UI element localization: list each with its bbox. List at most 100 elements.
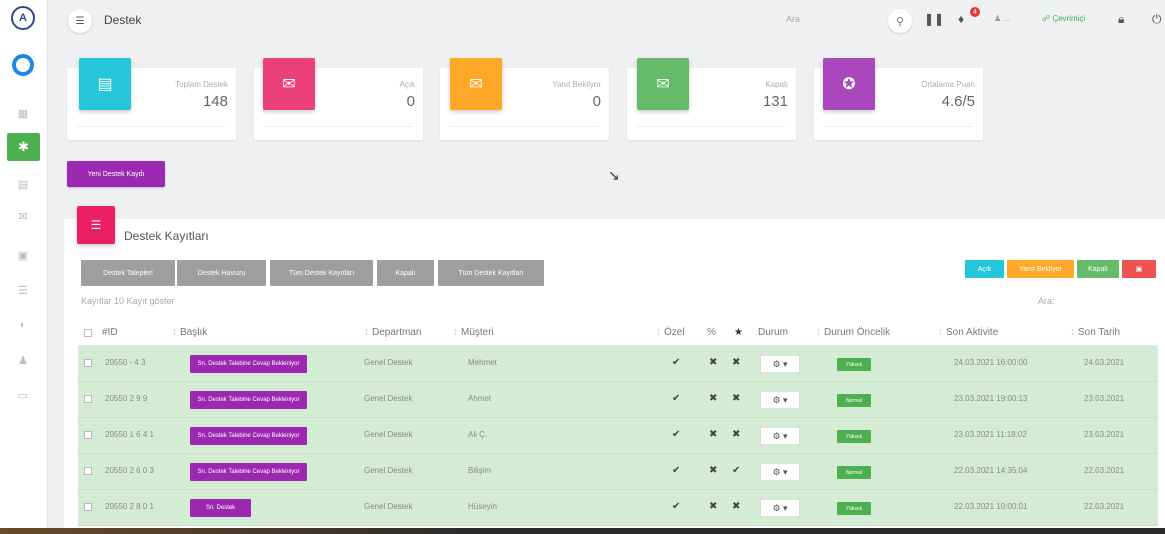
cell-last-activity: 23.03.2021 11:18:02	[954, 430, 1027, 439]
priority-badge: Yüksek	[837, 430, 871, 443]
tab-all-support[interactable]: Tüm Destek Kayıtları	[438, 260, 544, 286]
tab-support-pool[interactable]: Destek Havuzu	[177, 260, 266, 286]
check-icon: ✔	[732, 465, 741, 476]
gear-dropdown-button[interactable]: ⚙ ▾	[760, 391, 800, 409]
cell-customer: Mehmet	[468, 358, 497, 367]
gear-dropdown-button[interactable]: ⚙ ▾	[760, 463, 800, 481]
delete-button[interactable]: ▣	[1122, 260, 1156, 278]
table-search-input[interactable]: Ara:	[1038, 296, 1055, 306]
bell-icon[interactable]: ♦	[958, 12, 964, 26]
online-status[interactable]: ☍ Çevrimiçi	[1042, 14, 1085, 23]
cell-customer: Ahmet	[468, 394, 492, 403]
th-department[interactable]: ↕ Departman	[364, 327, 421, 338]
th-priority[interactable]: ↕ Durum Öncelik	[816, 327, 890, 338]
envelope-closed-icon: ✉	[637, 58, 689, 110]
pie-icon[interactable]: ◐	[14, 318, 32, 332]
lock-icon[interactable]: 🔒︎	[1118, 12, 1124, 27]
mail-icon[interactable]: ✉	[14, 209, 32, 223]
chat-icon[interactable]: ▤	[14, 177, 32, 191]
list-icon: ☰	[77, 206, 115, 244]
support-icon[interactable]: ✱	[7, 133, 40, 161]
th-customer[interactable]: ↕ Müşteri	[453, 327, 494, 338]
subject-badge[interactable]: Sn. Destek Talebine Cevap Bekleniyor	[190, 355, 307, 373]
filter-waiting-button[interactable]: Yanıt Bekliyor	[1007, 260, 1074, 278]
priority-badge: Normal	[837, 394, 871, 407]
table-row[interactable]: 20550 - 4 3 Sn. Destek Talebine Cevap Be…	[78, 346, 1158, 382]
tab-all-records[interactable]: Tüm Destek Kayıtları	[270, 260, 373, 286]
filter-closed-button[interactable]: Kapalı	[1077, 260, 1119, 278]
power-icon[interactable]: ⏻	[1152, 12, 1162, 27]
cell-id: 20550 1 6 4 1	[105, 430, 154, 439]
tab-support-requests[interactable]: Destek Talepleri	[81, 260, 175, 286]
tab-closed[interactable]: Kapalı	[377, 260, 434, 286]
records-per-page[interactable]: Kayıtlar 10 Kayıt göster	[81, 296, 175, 306]
gear-dropdown-button[interactable]: ⚙ ▾	[760, 499, 800, 517]
menu-toggle-button[interactable]: ☰	[68, 9, 92, 33]
row-checkbox[interactable]	[84, 395, 92, 403]
card-label: Kapalı	[765, 80, 788, 89]
search-icon[interactable]: ⚲	[888, 9, 912, 33]
table-header: #ID ↕ Başlık ↕ Departman ↕ Müşteri ↕ Özel % …	[78, 322, 1158, 346]
select-all-checkbox[interactable]	[84, 329, 92, 337]
row-checkbox[interactable]	[84, 467, 92, 475]
subject-badge[interactable]: Sn. Destek	[190, 499, 251, 517]
cell-last-activity: 23.03.2021 19:00:13	[954, 394, 1028, 403]
cell-last-activity: 22.03.2021 14:35:04	[954, 466, 1028, 475]
image-icon[interactable]: ▣	[14, 248, 32, 262]
stat-card-total: ▤ Toplam Destek 148	[67, 58, 236, 140]
app-frame: A ▦ ✱ ▤ ✉ ▣ ☰ ◐ ♟ ▭ ☰ Destek Ara ⚲ ❚❚ ♦ …	[0, 0, 1165, 528]
mouse-cursor-icon: ↘	[608, 167, 620, 183]
card-label: Ortalama Puan	[921, 80, 975, 89]
row-checkbox[interactable]	[84, 503, 92, 511]
stat-card-open: ✉ Açık 0	[254, 58, 423, 140]
check-icon: ✔	[672, 393, 681, 404]
panel-title: Destek Kayıtları	[124, 229, 209, 243]
sidebar: A ▦ ✱ ▤ ✉ ▣ ☰ ◐ ♟ ▭	[0, 0, 48, 528]
table-row[interactable]: 20550 2 6 0 3 Sn. Destek Talebine Cevap …	[78, 454, 1158, 490]
cell-department: Genel Destek	[364, 502, 413, 511]
th-last-date[interactable]: ↕ Son Tarih	[1070, 327, 1120, 338]
page-title: Destek	[104, 13, 142, 27]
subject-badge[interactable]: Sn. Destek Talebine Cevap Bekleniyor	[190, 391, 307, 409]
clipboard-icon: ▤	[79, 58, 131, 110]
gear-dropdown-button[interactable]: ⚙ ▾	[760, 355, 800, 373]
th-star[interactable]: ★	[734, 327, 743, 338]
star-icon: ✪	[823, 58, 875, 110]
new-support-button[interactable]: Yeni Destek Kaydı	[67, 161, 165, 187]
box-icon[interactable]: ▭	[14, 388, 32, 402]
list-icon[interactable]: ☰	[14, 283, 32, 297]
th-last-activity[interactable]: ↕ Son Aktivite	[938, 327, 998, 338]
cell-id: 20550 2 6 0 3	[105, 466, 154, 475]
gear-dropdown-button[interactable]: ⚙ ▾	[760, 427, 800, 445]
envelope-open-icon: ✉	[263, 58, 315, 110]
card-value: 0	[592, 93, 601, 110]
cell-department: Genel Destek	[364, 466, 413, 475]
cell-last-date: 24.03.2021	[1084, 358, 1125, 367]
priority-badge: Yüksek	[837, 358, 871, 371]
subject-badge[interactable]: Sn. Destek Talebine Cevap Bekleniyor	[190, 463, 307, 481]
topbar: ☰ Destek Ara ⚲ ❚❚ ♦ 4 ♟ ... ☍ Çevrimiçi …	[48, 0, 1165, 42]
th-status[interactable]: Durum	[758, 327, 788, 338]
pause-icon[interactable]: ❚❚	[924, 12, 944, 26]
cross-icon: ✖	[709, 357, 718, 368]
table-row[interactable]: 20550 1 6 4 1 Sn. Destek Talebine Cevap …	[78, 418, 1158, 454]
th-subject[interactable]: ↕ Başlık	[172, 327, 207, 338]
top-search-input[interactable]: Ara	[786, 14, 800, 24]
user-menu[interactable]: ♟ ...	[994, 14, 1010, 23]
table-row[interactable]: 20550 2 9 9 Sn. Destek Talebine Cevap Be…	[78, 382, 1158, 418]
cell-customer: Hüseyin	[468, 502, 497, 511]
logo-icon[interactable]: A	[11, 6, 35, 30]
table-row[interactable]: 20550 2 8 0 1 Sn. Destek Genel Destek Hü…	[78, 490, 1158, 526]
user-icon[interactable]: ♟	[14, 353, 32, 367]
th-id[interactable]: #ID	[102, 327, 118, 338]
priority-badge: Normal	[837, 466, 871, 479]
dashboard-icon[interactable]: ▦	[14, 106, 32, 120]
filter-open-button[interactable]: Açık	[965, 260, 1004, 278]
cross-icon: ✖	[732, 429, 741, 440]
row-checkbox[interactable]	[84, 431, 92, 439]
user-avatar[interactable]	[12, 54, 34, 76]
th-special[interactable]: ↕ Özel	[656, 327, 685, 338]
th-percent[interactable]: %	[707, 327, 716, 338]
subject-badge[interactable]: Sn. Destek Talebine Cevap Bekleniyor	[190, 427, 307, 445]
row-checkbox[interactable]	[84, 359, 92, 367]
